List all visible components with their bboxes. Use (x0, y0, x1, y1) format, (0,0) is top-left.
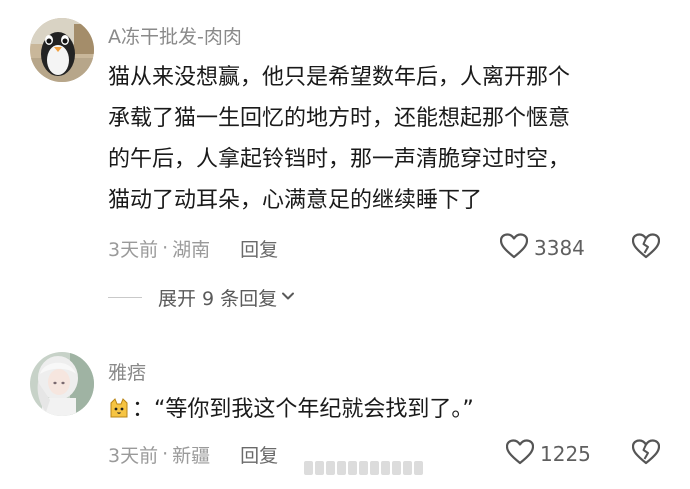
username[interactable]: A冻干批发-肉肉 (108, 22, 242, 49)
timestamp: 3天前 (108, 238, 159, 261)
timestamp: 3天前 (108, 444, 159, 467)
comment-line: 承载了猫一生回忆的地方时，还能想起那个惬意 (108, 106, 571, 131)
comment-meta: 3天前 · 湖南 回复 (108, 233, 278, 263)
broken-heart-icon (631, 233, 661, 263)
heart-outline-icon (499, 233, 529, 263)
heart-outline-icon (505, 439, 535, 469)
like-button[interactable]: 3384 (499, 233, 585, 263)
anime-girl-avatar-icon (30, 352, 94, 416)
expand-replies: 展开 9 条回复 (108, 282, 295, 312)
dislike-button[interactable] (631, 233, 661, 263)
like-button[interactable]: 1225 (505, 439, 591, 469)
comment-text-content: ：“等你到我这个年纪就会找到了。” (132, 397, 474, 422)
username[interactable]: 雅痞 (108, 358, 146, 385)
comment-line: 猫动了动耳朵，心满意足的继续睡下了 (108, 188, 483, 213)
cat-emoji-icon (108, 392, 130, 418)
comment-meta: 3天前 · 新疆 回复 (108, 439, 278, 469)
comment-body: ：“等你到我这个年纪就会找到了。” (108, 389, 474, 430)
expand-divider (108, 296, 142, 298)
avatar[interactable] (30, 18, 94, 82)
comment-line: 的午后，人拿起铃铛时，那一声清脆穿过时空， (108, 147, 571, 172)
penguin-avatar-icon (30, 18, 94, 82)
like-count: 3384 (534, 236, 585, 260)
chevron-down-icon (277, 286, 295, 308)
avatar[interactable] (30, 352, 94, 416)
comment-body: 猫从来没想赢，他只是希望数年后，人离开那个 承载了猫一生回忆的地方时，还能想起那… (108, 57, 570, 221)
comment-line: 猫从来没想赢，他只是希望数年后，人离开那个 (108, 65, 571, 90)
broken-heart-icon (631, 439, 661, 469)
location: 湖南 (172, 238, 211, 261)
dislike-button[interactable] (631, 439, 661, 469)
like-count: 1225 (540, 442, 591, 466)
expand-label: 展开 9 条回复 (158, 287, 278, 310)
reply-button[interactable]: 回复 (240, 441, 278, 468)
meta-separator: · (162, 443, 169, 465)
location: 新疆 (172, 444, 211, 467)
meta-separator: · (162, 237, 169, 259)
watermark (304, 461, 423, 475)
expand-replies-button[interactable]: 展开 9 条回复 (158, 284, 295, 311)
reply-button[interactable]: 回复 (240, 235, 278, 262)
